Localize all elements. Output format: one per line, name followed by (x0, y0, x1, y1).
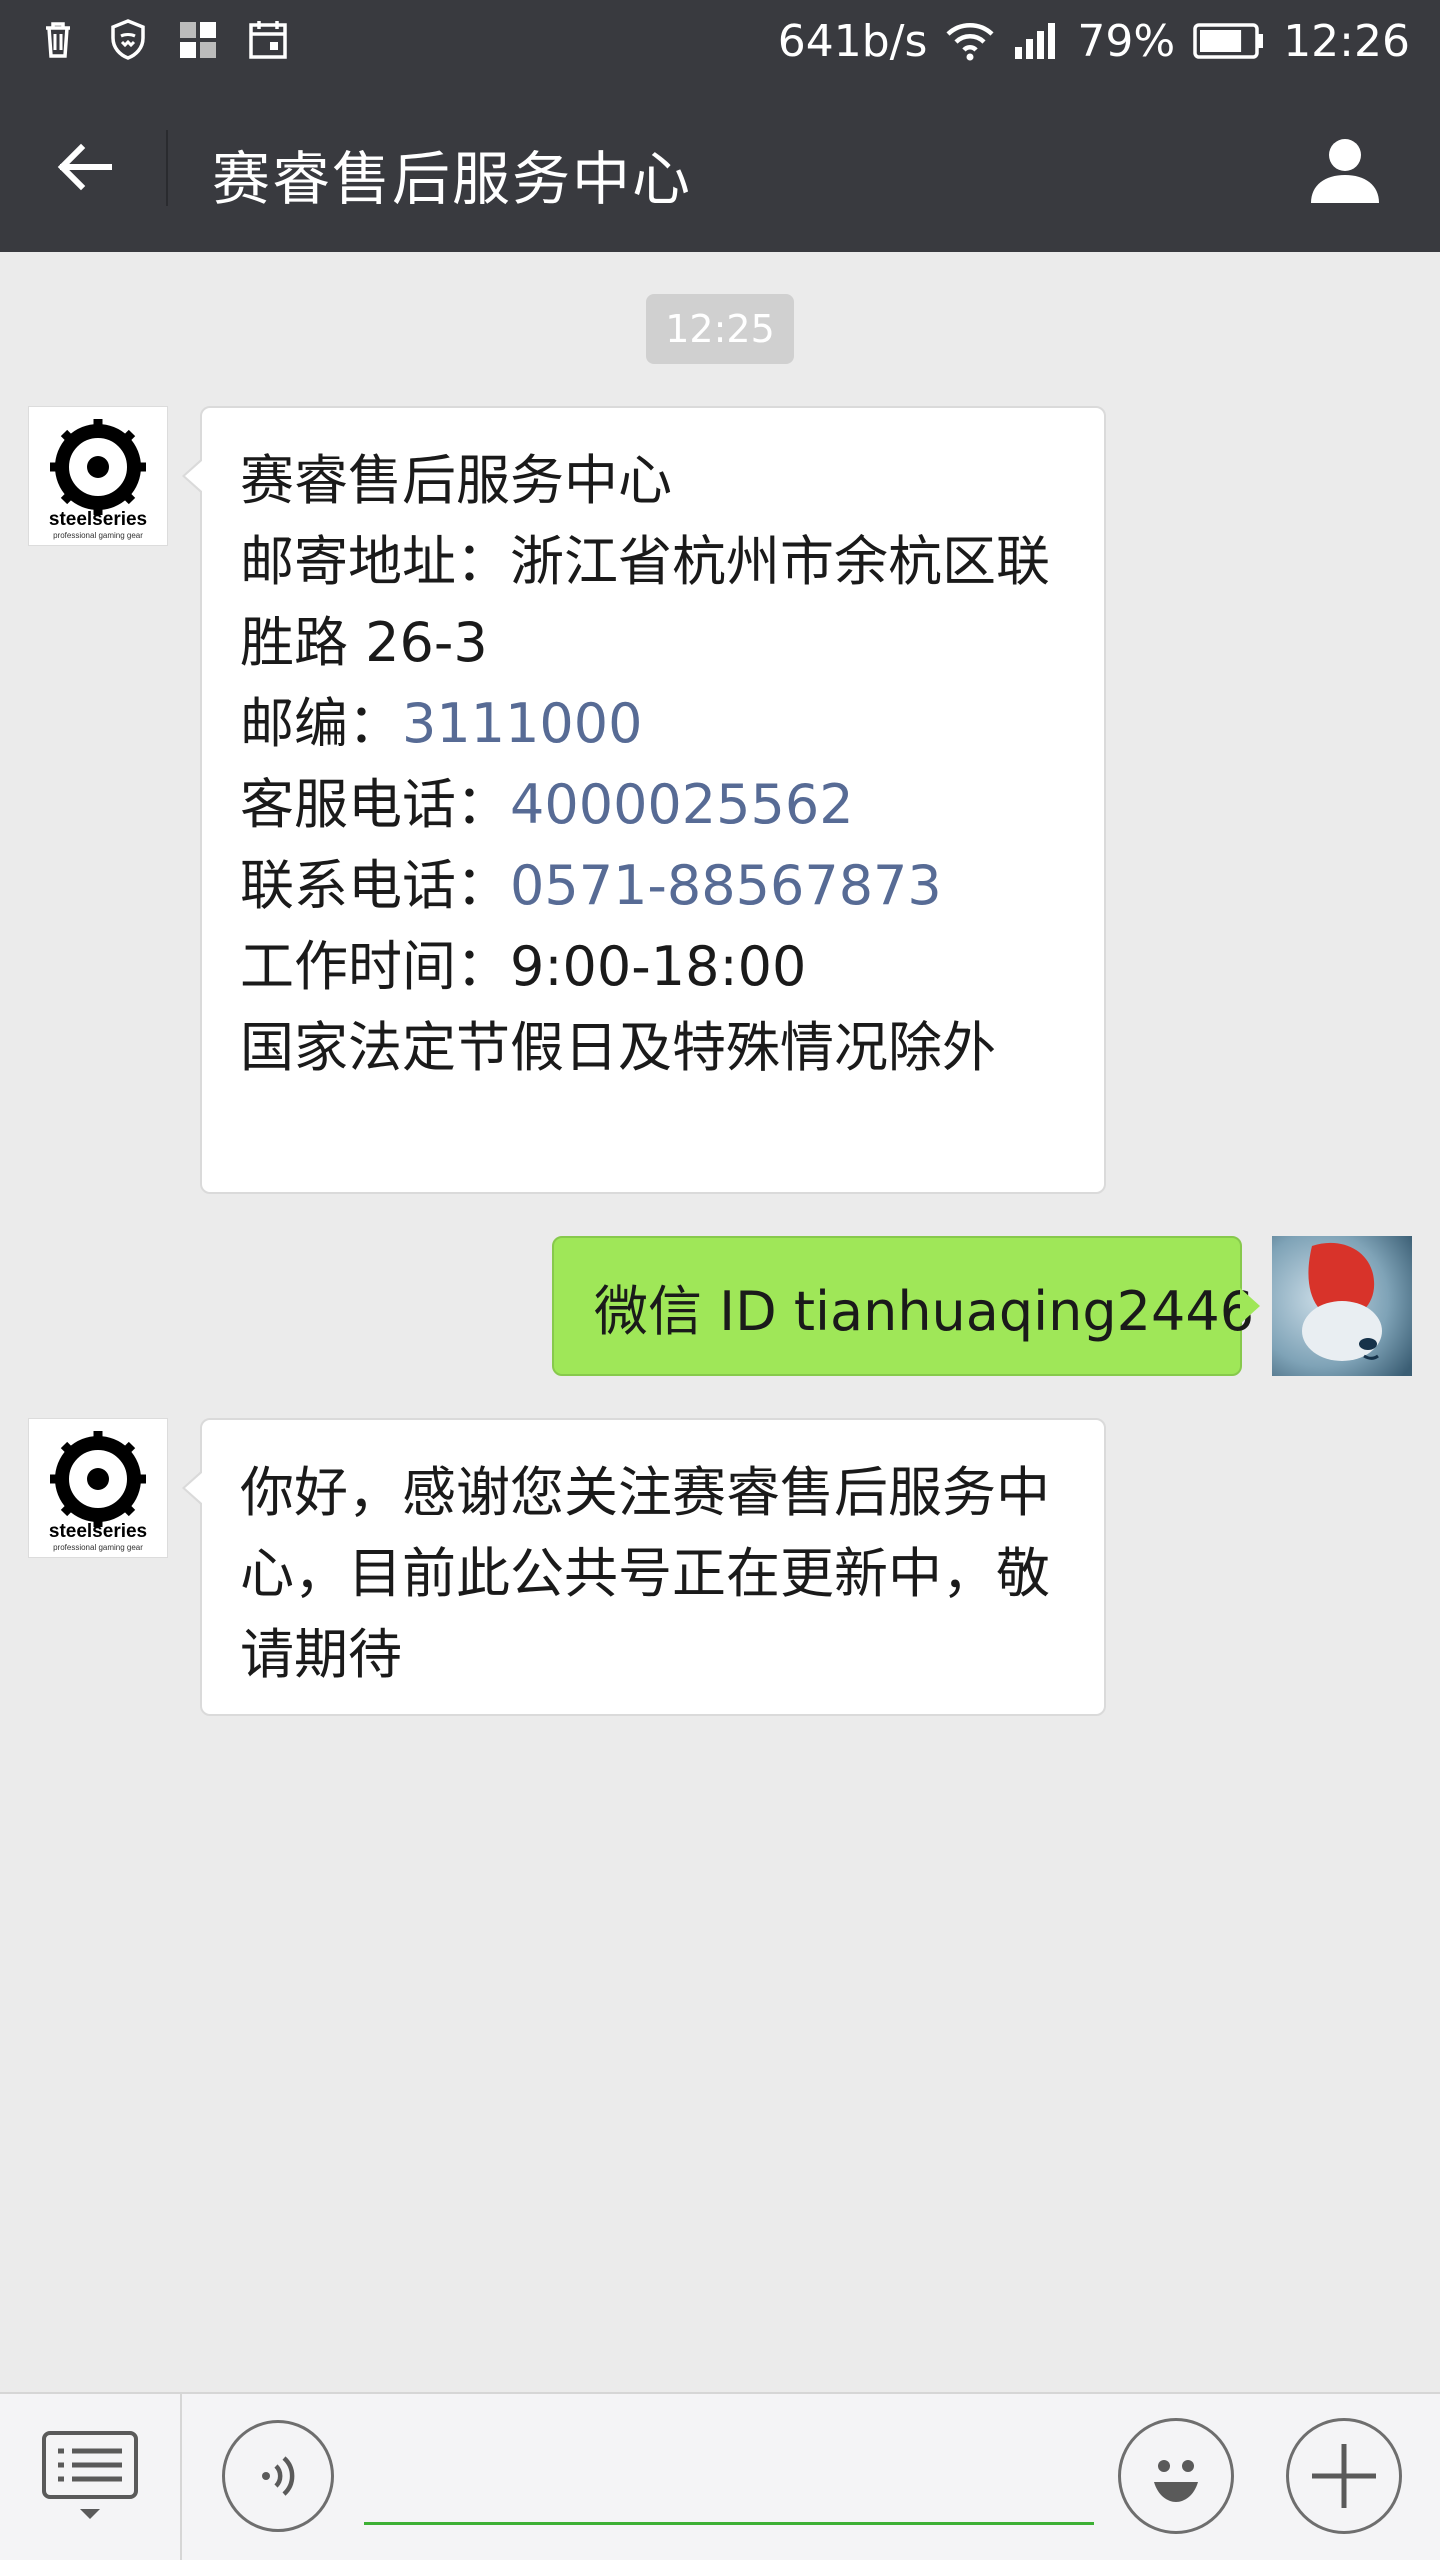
svg-text:steelseries: steelseries (49, 1521, 147, 1542)
voice-icon (262, 2456, 295, 2496)
calendar-icon (249, 21, 287, 59)
contact-phone-link[interactable]: 0571-88567873 (510, 854, 942, 917)
status-bar: 641b/s 79% 12:26 (0, 0, 1440, 82)
apps-grid-icon (180, 22, 216, 58)
message-line: 心，目前此公共号正在更新中，敬 (240, 1542, 1050, 1605)
svg-text:steelseries: steelseries (49, 509, 147, 530)
postcode-line: 邮编：3111000 (240, 692, 643, 755)
battery-percent: 79% (1077, 15, 1176, 67)
keyboard-menu-icon (42, 2431, 138, 2519)
postcode-link[interactable]: 3111000 (402, 692, 643, 755)
emoji-button[interactable] (1118, 2418, 1234, 2534)
message-timestamp: 12:25 (646, 294, 794, 364)
back-button[interactable] (40, 127, 130, 207)
message-line: 赛睿售后服务中心 (240, 449, 672, 512)
plus-icon (1312, 2444, 1376, 2508)
service-phone-link[interactable]: 4000025562 (510, 773, 854, 836)
signal-icon (1015, 23, 1056, 59)
service-phone-line: 客服电话：4000025562 (240, 773, 854, 836)
account-avatar[interactable]: steelseries professional gaming gear (28, 406, 168, 546)
incoming-message[interactable]: 赛睿售后服务中心 邮寄地址：浙江省杭州市余杭区联 胜路 26-3 邮编：3111… (182, 406, 1106, 1194)
outgoing-message[interactable]: 微信 ID tianhuaqing2446 (552, 1236, 1260, 1376)
my-avatar[interactable] (1272, 1236, 1412, 1376)
svg-text:professional gaming gear: professional gaming gear (53, 1543, 143, 1552)
message-line: 邮寄地址：浙江省杭州市余杭区联 (240, 530, 1050, 593)
menu-toggle-button[interactable] (0, 2394, 182, 2560)
network-speed: 641b/s (777, 15, 928, 67)
message-input[interactable] (364, 2434, 1094, 2525)
message-line: 请期待 (240, 1623, 402, 1686)
message-line: 你好，感谢您关注赛睿售后服务中 (240, 1461, 1050, 1524)
user-avatar-image (1272, 1236, 1412, 1376)
more-options-button[interactable] (1286, 2418, 1402, 2534)
arrow-left-icon (57, 143, 112, 191)
title-divider (166, 130, 168, 206)
trash-icon (46, 22, 70, 58)
title-bar: 赛睿售后服务中心 (0, 82, 1440, 252)
steelseries-logo: steelseries professional gaming gear (49, 1431, 147, 1552)
person-icon (1311, 139, 1379, 203)
wifi-icon (946, 23, 994, 61)
shield-icon (111, 19, 145, 60)
profile-button[interactable] (1300, 124, 1390, 214)
message-line: 国家法定节假日及特殊情况除外 (240, 1016, 996, 1079)
clock: 12:26 (1283, 15, 1410, 67)
battery-icon (1193, 23, 1264, 59)
contact-phone-line: 联系电话：0571-88567873 (240, 854, 942, 917)
message-line: 工作时间：9:00-18:00 (240, 935, 807, 998)
steelseries-logo: steelseries professional gaming gear (49, 419, 147, 540)
input-bar (0, 2392, 1440, 2560)
svg-text:professional gaming gear: professional gaming gear (53, 531, 143, 540)
smiley-icon (1154, 2460, 1198, 2502)
voice-button[interactable] (222, 2420, 334, 2532)
account-avatar[interactable]: steelseries professional gaming gear (28, 1418, 168, 1558)
page-title: 赛睿售后服务中心 (212, 145, 693, 213)
incoming-message[interactable]: 你好，感谢您关注赛睿售后服务中 心，目前此公共号正在更新中，敬 请期待 (182, 1418, 1106, 1716)
message-line: 胜路 26-3 (240, 611, 488, 674)
